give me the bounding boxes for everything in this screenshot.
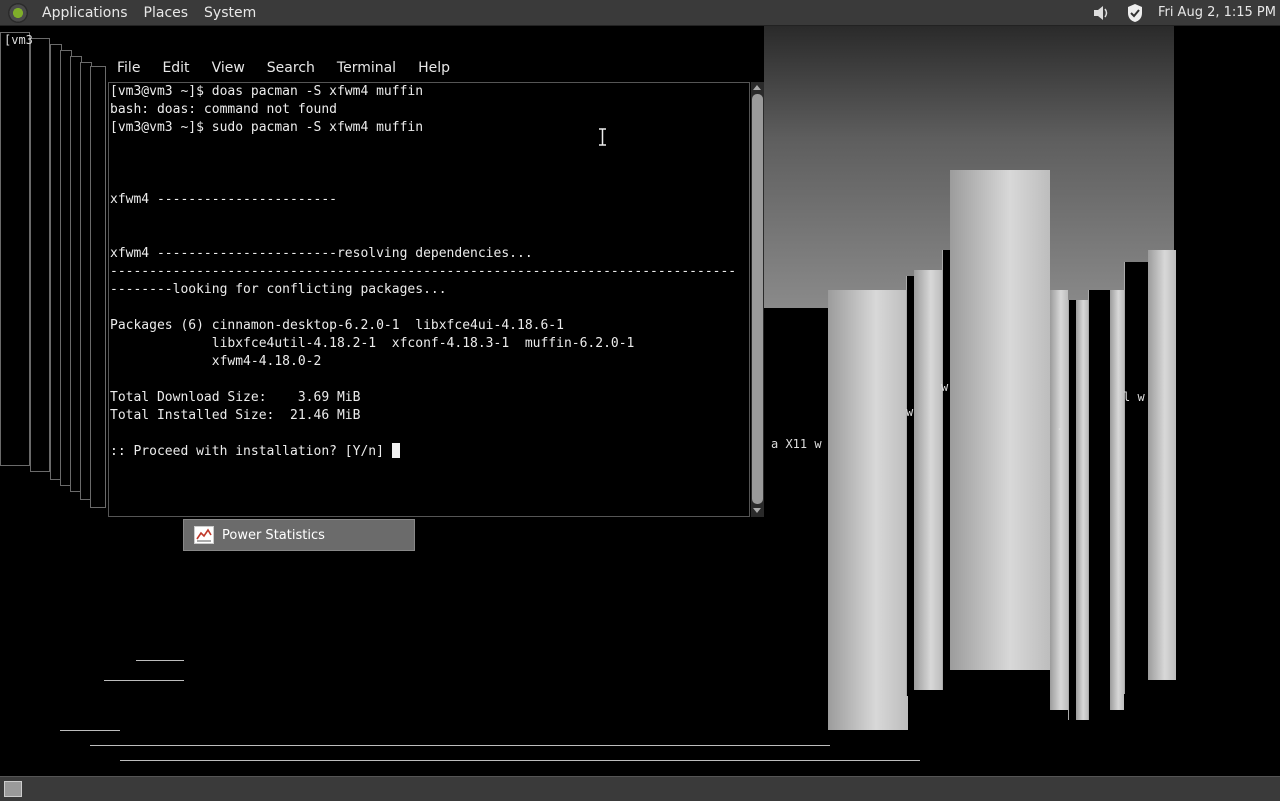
- ghost-window: [950, 170, 1050, 670]
- prompt-fragment: [vm3: [4, 33, 33, 47]
- terminal-line: bash: doas: command not found: [110, 102, 337, 117]
- show-desktop-icon[interactable]: [4, 781, 22, 797]
- line-artifact: [120, 760, 920, 761]
- line-artifact: [60, 730, 120, 731]
- ibeam-cursor-icon: [599, 128, 606, 146]
- terminal-window[interactable]: File Edit View Search Terminal Help [vm3…: [106, 54, 764, 517]
- ghost-window: [1110, 290, 1124, 710]
- line-artifact: [136, 660, 184, 661]
- prompt-line: :: Proceed with installation? [Y/n]: [109, 443, 749, 461]
- ghost-window: [1076, 300, 1088, 720]
- applications-menu[interactable]: Applications: [34, 5, 136, 21]
- prompt-text: :: Proceed with installation? [Y/n]: [110, 444, 392, 459]
- line-artifact: [90, 745, 830, 746]
- window-fragment: l w: [1123, 390, 1145, 404]
- scroll-thumb[interactable]: [752, 94, 763, 504]
- terminal-line: Total Installed Size: 21.46 MiB: [110, 408, 361, 423]
- places-menu[interactable]: Places: [136, 5, 197, 21]
- shield-icon[interactable]: [1124, 2, 1146, 24]
- window-trail: [0, 32, 30, 466]
- ghost-window: [1148, 250, 1176, 680]
- terminal-line: xfwm4-4.18.0-2: [110, 354, 322, 369]
- window-trail: [90, 66, 106, 508]
- terminal-menu[interactable]: Terminal: [326, 60, 407, 76]
- power-statistics-icon: [194, 526, 214, 544]
- system-menu[interactable]: System: [196, 5, 264, 21]
- ghost-window: [914, 270, 942, 690]
- scroll-up-icon[interactable]: [753, 85, 761, 90]
- window-trail: [30, 38, 50, 472]
- terminal-menubar: File Edit View Search Terminal Help: [106, 54, 764, 82]
- window-fragment: a X11 w: [771, 437, 822, 451]
- window-fragment: w: [941, 380, 949, 394]
- ghost-window: [1124, 262, 1149, 694]
- bottom-panel: [0, 776, 1280, 801]
- top-panel: Applications Places System Fri Aug 2, 1:…: [0, 0, 1280, 26]
- terminal-line: libxfce4util-4.18.2-1 xfconf-4.18.3-1 mu…: [110, 336, 635, 351]
- ghost-window: [764, 308, 828, 746]
- terminal-line: Total Download Size: 3.69 MiB: [110, 390, 361, 405]
- terminal-line: Packages (6) cinnamon-desktop-6.2.0-1 li…: [110, 318, 564, 333]
- help-menu[interactable]: Help: [407, 60, 461, 76]
- file-menu[interactable]: File: [106, 60, 151, 76]
- ghost-window: [1088, 290, 1111, 720]
- ghost-window: [1050, 290, 1068, 710]
- terminal-output[interactable]: [vm3@vm3 ~]$ doas pacman -S xfwm4 muffin…: [108, 82, 750, 517]
- power-statistics-item[interactable]: Power Statistics: [183, 519, 415, 551]
- terminal-line: xfwm4 -----------------------resolving d…: [110, 246, 533, 261]
- text-cursor: [391, 443, 400, 458]
- volume-icon[interactable]: [1090, 2, 1112, 24]
- ghost-window: [828, 290, 908, 730]
- distro-logo-icon[interactable]: [8, 2, 28, 23]
- clock[interactable]: Fri Aug 2, 1:15 PM: [1158, 5, 1276, 20]
- terminal-line: ----------------------------------------…: [110, 264, 737, 279]
- edit-menu[interactable]: Edit: [151, 60, 200, 76]
- power-statistics-label: Power Statistics: [222, 527, 325, 543]
- terminal-line: [vm3@vm3 ~]$ sudo pacman -S xfwm4 muffin: [110, 120, 424, 135]
- view-menu[interactable]: View: [201, 60, 256, 76]
- terminal-line: --------looking for conflicting packages…: [110, 282, 447, 297]
- line-artifact: [104, 680, 184, 681]
- panel-tray: Fri Aug 2, 1:15 PM: [1084, 0, 1276, 25]
- terminal-line: [vm3@vm3 ~]$ doas pacman -S xfwm4 muffin: [110, 84, 424, 99]
- search-menu[interactable]: Search: [256, 60, 326, 76]
- terminal-scrollbar[interactable]: [751, 82, 764, 517]
- window-fragment: w: [906, 405, 914, 419]
- scroll-down-icon[interactable]: [753, 508, 761, 513]
- terminal-line: xfwm4 -----------------------: [110, 192, 337, 207]
